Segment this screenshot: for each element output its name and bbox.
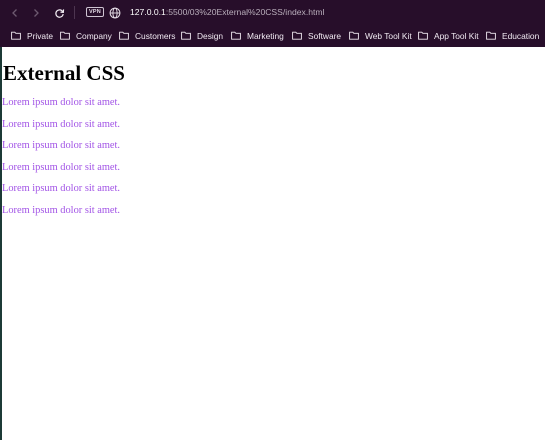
paragraph: Lorem ipsum dolor sit amet. bbox=[2, 97, 121, 108]
paragraph: Lorem ipsum dolor sit amet. bbox=[2, 183, 121, 194]
toolbar-divider bbox=[74, 6, 75, 19]
folder-icon bbox=[181, 31, 191, 40]
folder-icon bbox=[11, 31, 21, 40]
bookmark-folder-customers[interactable]: Customers bbox=[119, 28, 176, 43]
paragraph: Lorem ipsum dolor sit amet. bbox=[2, 162, 121, 173]
paragraph: Lorem ipsum dolor sit amet. bbox=[2, 140, 121, 151]
bookmark-folder-web-tool-kit[interactable]: Web Tool Kit bbox=[349, 28, 412, 43]
page-heading: External CSS bbox=[3, 61, 125, 85]
bookmark-folder-private[interactable]: Private bbox=[11, 28, 53, 43]
url-path: :5500/03%20External%20CSS/index.html bbox=[165, 7, 325, 17]
folder-icon bbox=[60, 31, 70, 40]
folder-icon bbox=[231, 31, 241, 40]
bookmark-folder-education[interactable]: Education bbox=[486, 28, 539, 43]
folder-icon bbox=[292, 31, 302, 40]
url-field[interactable]: 127.0.0.1:5500/03%20External%20CSS/index… bbox=[130, 7, 324, 18]
folder-icon bbox=[119, 31, 129, 40]
reload-icon[interactable] bbox=[50, 4, 68, 22]
browser-chrome: VPN 127.0.0.1:5500/03%20External%20CSS/i… bbox=[0, 0, 545, 47]
url-host: 127.0.0.1 bbox=[130, 7, 166, 17]
web-page: External CSS Lorem ipsum dolor sit amet.… bbox=[2, 47, 545, 440]
bookmark-label: App Tool Kit bbox=[434, 30, 479, 41]
vpn-badge[interactable]: VPN bbox=[86, 7, 104, 17]
globe-icon[interactable] bbox=[109, 6, 121, 19]
paragraph: Lorem ipsum dolor sit amet. bbox=[2, 119, 121, 130]
bookmark-folder-software[interactable]: Software bbox=[292, 28, 341, 43]
folder-icon bbox=[486, 31, 496, 40]
bookmark-folder-app-tool-kit[interactable]: App Tool Kit bbox=[418, 28, 479, 43]
paragraph: Lorem ipsum dolor sit amet. bbox=[2, 205, 121, 216]
forward-icon[interactable] bbox=[27, 4, 45, 22]
bookmark-label: Education bbox=[502, 30, 540, 41]
bookmark-folder-design[interactable]: Design bbox=[181, 28, 223, 43]
bookmark-label: Software bbox=[308, 30, 342, 41]
bookmark-label: Private bbox=[27, 30, 54, 41]
folder-icon bbox=[418, 31, 428, 40]
bookmark-label: Customers bbox=[135, 30, 176, 41]
bookmark-label: Web Tool Kit bbox=[365, 30, 412, 41]
bookmark-folder-marketing[interactable]: Marketing bbox=[231, 28, 284, 43]
back-icon[interactable] bbox=[6, 4, 24, 22]
bookmark-folder-company[interactable]: Company bbox=[60, 28, 112, 43]
bookmark-label: Marketing bbox=[247, 30, 284, 41]
bookmarks-bar: Private Company Customers Design Marketi… bbox=[0, 28, 545, 43]
bookmark-label: Design bbox=[197, 30, 224, 41]
address-bar: VPN 127.0.0.1:5500/03%20External%20CSS/i… bbox=[0, 0, 545, 25]
bookmark-label: Company bbox=[76, 30, 112, 41]
folder-icon bbox=[349, 31, 359, 40]
